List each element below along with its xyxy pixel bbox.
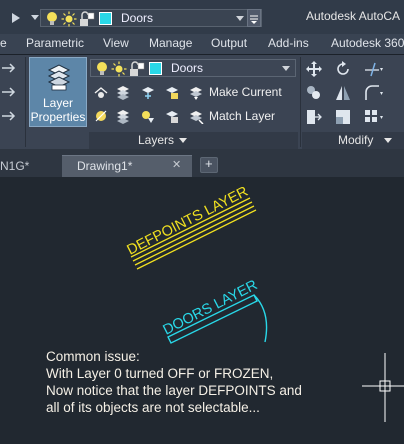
layer-dropdown[interactable]: Doors: [90, 59, 296, 77]
note-line: Now notice that the layer DEFPOINTS and: [46, 383, 302, 398]
make-current-icon[interactable]: [188, 84, 204, 100]
chevron-down-icon[interactable]: [235, 13, 245, 23]
stretch-icon[interactable]: [305, 108, 323, 126]
layer-unisolate-icon[interactable]: [115, 108, 131, 124]
sun-icon[interactable]: [61, 11, 77, 27]
chevron-down-icon[interactable]: [281, 63, 291, 73]
qat-dropdown-icon[interactable]: [30, 10, 40, 24]
layer-lock-icon[interactable]: [164, 84, 180, 100]
layer-properties-label: Layer: [42, 96, 74, 110]
modify-panel-title: Modify: [338, 133, 374, 147]
partial-tool-icon[interactable]: [2, 84, 20, 100]
partial-tool-icon[interactable]: [2, 60, 20, 76]
match-layer-label[interactable]: Match Layer: [209, 109, 275, 123]
make-current-label[interactable]: Make Current: [209, 85, 282, 99]
menu-lines-icon: [250, 15, 258, 24]
layers-panel-footer[interactable]: Layers: [89, 132, 298, 149]
quick-access-icon[interactable]: [10, 11, 24, 25]
move-icon[interactable]: [305, 60, 323, 78]
partial-tool-icon[interactable]: [2, 108, 20, 124]
layers-panel-title: Layers: [138, 133, 175, 147]
close-icon[interactable]: ✕: [172, 158, 181, 171]
layer-freeze-icon[interactable]: [140, 84, 156, 100]
note-line: all of its objects are not selectable...: [46, 400, 260, 415]
layer-color-swatch: [149, 62, 162, 75]
modify-panel-footer[interactable]: Modify: [302, 132, 404, 149]
note-line: With Layer 0 turned OFF or FROZEN,: [46, 366, 274, 381]
title-bar: Doors Autodesk AutoCA: [0, 0, 404, 34]
fillet-icon[interactable]: [363, 84, 385, 102]
copy-icon[interactable]: [305, 84, 323, 102]
layer-color-swatch: [99, 12, 112, 25]
tab-inactive-drawing[interactable]: N1G*: [0, 159, 29, 173]
unlock-viewport-icon[interactable]: [79, 11, 95, 27]
layer-name: Doors: [171, 61, 204, 75]
app-title: Autodesk AutoCA: [306, 9, 401, 23]
layer-thaw-icon[interactable]: [140, 108, 156, 124]
doors-layer-text: DOORS LAYER: [161, 277, 261, 338]
scale-icon[interactable]: [334, 108, 352, 126]
panel-separator: [25, 57, 26, 147]
layer-properties-button[interactable]: Layer Properties: [29, 57, 87, 127]
tab-add-ins[interactable]: Add-ins: [268, 36, 309, 50]
tab-output[interactable]: Output: [211, 36, 247, 50]
tab-partial[interactable]: e: [0, 36, 7, 50]
unlock-viewport-icon[interactable]: [129, 61, 145, 77]
crosshair-cursor: [362, 353, 404, 422]
trim-icon[interactable]: [363, 60, 385, 78]
rotate-icon[interactable]: [334, 60, 352, 78]
layer-stack-icon: [47, 64, 71, 91]
tab-autodesk-360[interactable]: Autodesk 360: [331, 36, 404, 50]
array-icon[interactable]: [363, 108, 385, 126]
tab-drawing1-label: Drawing1*: [77, 159, 133, 173]
panel-separator: [300, 57, 301, 147]
layer-unlock-icon[interactable]: [164, 108, 180, 124]
layer-properties-label: Properties: [30, 110, 86, 124]
new-drawing-tab-button[interactable]: +: [200, 156, 218, 173]
workspace-menu-button[interactable]: [247, 9, 261, 27]
sun-icon[interactable]: [111, 61, 127, 77]
tab-view[interactable]: View: [103, 36, 129, 50]
layer-dropdown-top[interactable]: Doors: [40, 9, 262, 27]
layer-walk-icon[interactable]: [93, 108, 109, 124]
lightbulb-icon[interactable]: [45, 11, 59, 27]
tab-drawing1[interactable]: Drawing1* ✕: [62, 155, 192, 177]
tab-parametric[interactable]: Parametric: [26, 36, 84, 50]
defpoints-layer-text: DEFPOINTS LAYER: [125, 184, 251, 259]
chevron-down-icon[interactable]: [384, 137, 392, 144]
ribbon-tab-bar: e Parametric View Manage Output Add-ins …: [0, 34, 404, 55]
tab-manage[interactable]: Manage: [149, 36, 192, 50]
plus-icon: +: [205, 156, 213, 171]
layer-off-icon[interactable]: [93, 84, 109, 100]
chevron-down-icon[interactable]: [179, 137, 187, 144]
note-line: Common issue:: [46, 349, 140, 364]
layer-name-top: Doors: [121, 11, 154, 25]
layer-isolate-icon[interactable]: [115, 84, 131, 100]
mirror-icon[interactable]: [334, 84, 352, 102]
match-layer-icon[interactable]: [188, 108, 204, 124]
lightbulb-icon[interactable]: [95, 61, 109, 77]
